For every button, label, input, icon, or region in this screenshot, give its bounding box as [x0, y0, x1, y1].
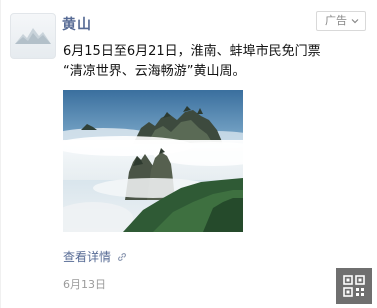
post-text: 6月15日至6月21日，淮南、蚌埠市民免门票 “清凉世界、云海畅游”黄山周。 [63, 42, 363, 82]
post-date: 6月13日 [63, 278, 106, 291]
link-icon [118, 252, 126, 261]
view-details-link[interactable]: 查看详情 [63, 248, 128, 265]
qr-code-button[interactable] [336, 268, 372, 304]
view-details-label: 查看详情 [63, 250, 112, 264]
ad-tag-button[interactable]: 广告 [316, 11, 366, 31]
chevron-down-icon [351, 19, 359, 24]
post-text-line: 6月15日至6月21日，淮南、蚌埠市民免门票 [63, 44, 321, 59]
account-avatar[interactable] [10, 13, 56, 59]
mountain-sea-of-clouds-photo [63, 90, 243, 232]
post-text-line: “清凉世界、云海畅游”黄山周。 [63, 64, 246, 79]
account-name[interactable]: 黄山 [62, 14, 92, 34]
ad-tag-label: 广告 [325, 14, 347, 27]
qr-code-icon [343, 275, 365, 297]
post-photo[interactable] [63, 90, 243, 232]
mountain-logo-icon [15, 28, 51, 44]
